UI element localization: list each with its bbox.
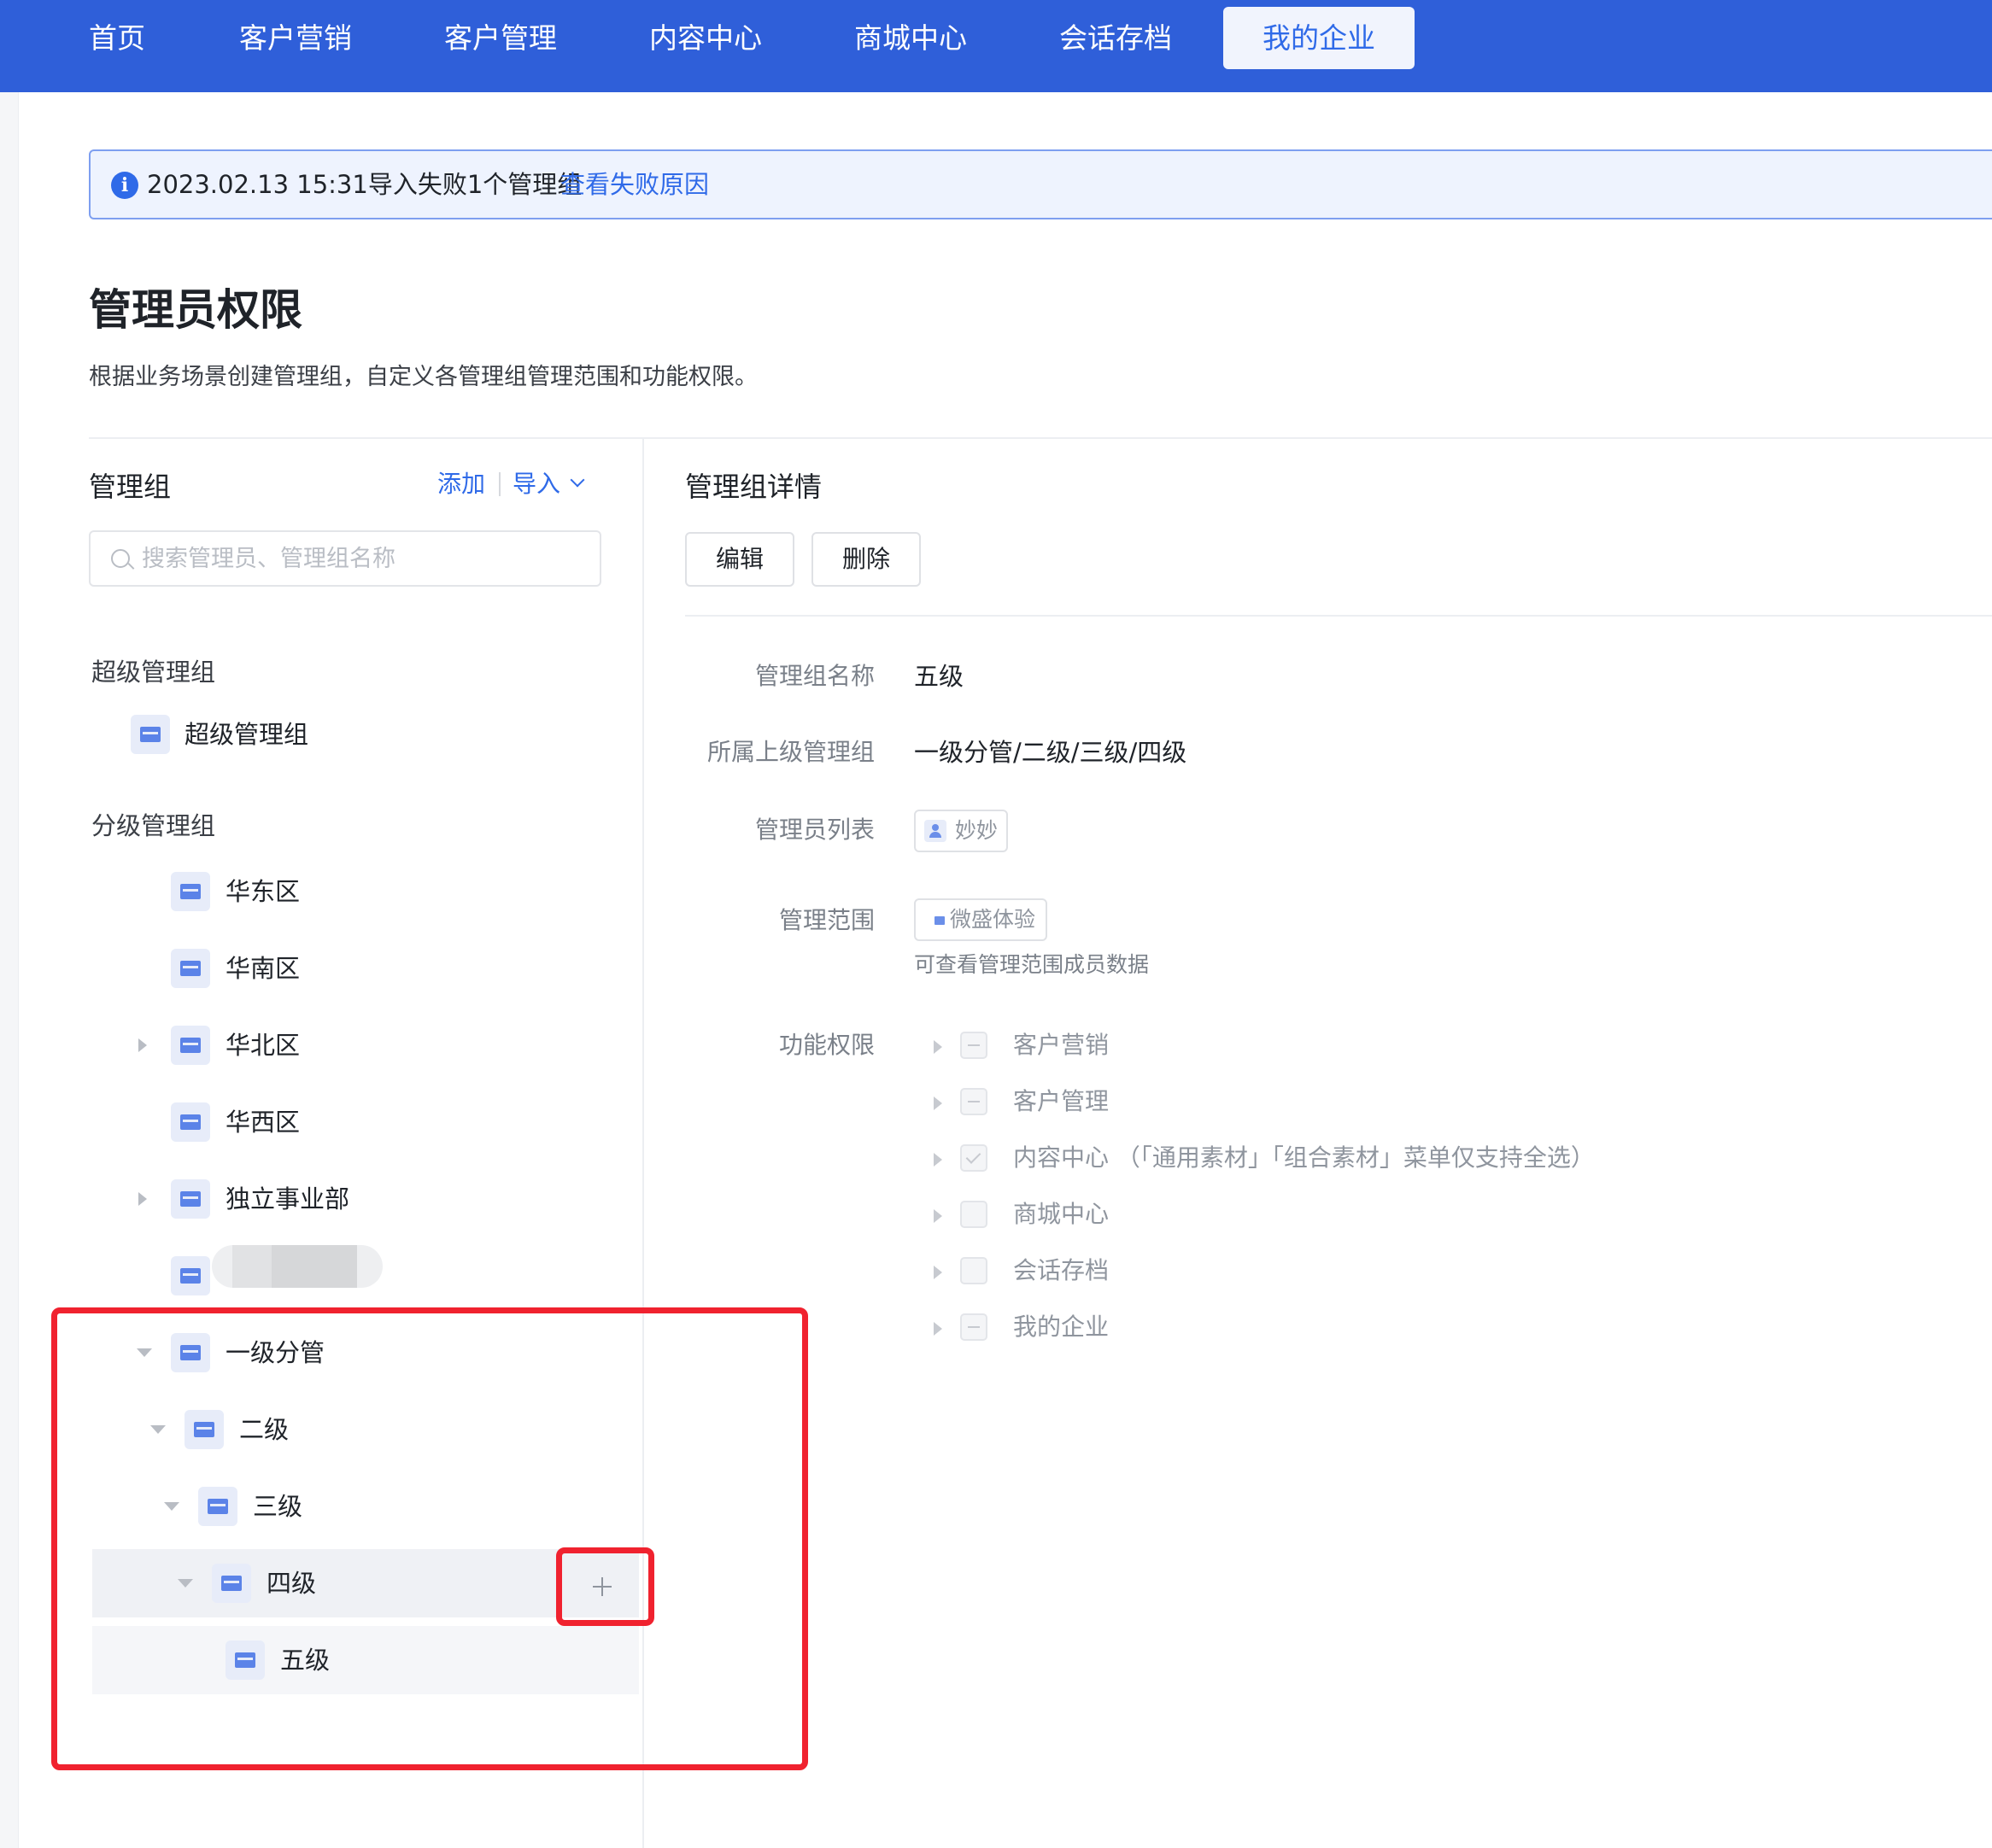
caret-right-icon[interactable] bbox=[934, 1209, 942, 1223]
permission-row[interactable]: 客户营销 bbox=[931, 1028, 1700, 1066]
detail-panel-title: 管理组详情 bbox=[685, 471, 823, 503]
notice-text: 2023.02.13 15:31导入失败1个管理组 bbox=[147, 170, 583, 199]
scope-hint: 可查看管理范围成员数据 bbox=[914, 952, 1150, 977]
permission-label: 客户管理 bbox=[1013, 1087, 1110, 1115]
detail-divider bbox=[685, 615, 1992, 617]
tree-node-north-china[interactable]: 华北区 bbox=[92, 1011, 639, 1079]
permission-label: 客户营销 bbox=[1013, 1031, 1110, 1059]
caret-right-icon[interactable] bbox=[934, 1097, 942, 1110]
tree-node-label: 独立事业部 bbox=[226, 1184, 350, 1213]
tree-node-super-group[interactable]: 超级管理组 bbox=[92, 700, 639, 769]
folder-icon bbox=[131, 715, 170, 754]
edit-button[interactable]: 编辑 bbox=[685, 532, 794, 587]
scope-chip: 微盛体验 bbox=[914, 898, 1047, 941]
user-icon bbox=[924, 820, 946, 842]
scope-chip-label: 微盛体验 bbox=[950, 907, 1036, 932]
group-search-box[interactable] bbox=[89, 530, 601, 587]
sub-group-section-label: 分级管理组 bbox=[91, 811, 216, 840]
group-name-label: 管理组名称 bbox=[754, 662, 875, 690]
permission-row[interactable]: 内容中心 （「通用素材」「组合素材」菜单仅支持全选） bbox=[931, 1141, 1700, 1178]
nav-item-session-archive[interactable]: 会话存档 bbox=[1059, 0, 1172, 77]
caret-right-icon[interactable] bbox=[138, 1192, 147, 1206]
permission-checkbox[interactable] bbox=[960, 1201, 987, 1228]
tree-node-label: 华南区 bbox=[226, 954, 301, 983]
permission-row[interactable]: 客户管理 bbox=[931, 1085, 1700, 1122]
parent-group-value: 一级分管/二级/三级/四级 bbox=[914, 738, 1187, 767]
search-input[interactable] bbox=[142, 539, 586, 578]
redacted-label bbox=[212, 1245, 383, 1288]
admin-chip-label: 妙妙 bbox=[955, 818, 999, 843]
permission-label: 会话存档 bbox=[1013, 1256, 1110, 1284]
top-navigation: 首页 客户营销 客户管理 内容中心 商城中心 会话存档 我的企业 bbox=[0, 0, 1992, 92]
tree-node-label: 华东区 bbox=[226, 877, 301, 906]
permission-row[interactable]: 我的企业 bbox=[931, 1310, 1700, 1348]
permission-checkbox[interactable] bbox=[960, 1313, 987, 1341]
tree-node-label: 超级管理组 bbox=[185, 720, 309, 749]
left-scroll-edge bbox=[0, 92, 19, 1848]
super-group-section-label: 超级管理组 bbox=[91, 658, 216, 687]
chevron-down-icon[interactable] bbox=[570, 472, 585, 488]
permission-label: 我的企业 bbox=[1013, 1313, 1110, 1341]
import-notice-banner: i 2023.02.13 15:31导入失败1个管理组 查看失败原因 bbox=[89, 149, 1992, 219]
parent-group-label: 所属上级管理组 bbox=[706, 738, 875, 766]
permission-checkbox[interactable] bbox=[960, 1144, 987, 1172]
permission-label: 商城中心 bbox=[1013, 1200, 1110, 1228]
caret-right-icon[interactable] bbox=[934, 1322, 942, 1336]
permission-checkbox[interactable] bbox=[960, 1257, 987, 1284]
permission-row[interactable]: 会话存档 bbox=[931, 1254, 1700, 1291]
scope-label: 管理范围 bbox=[778, 906, 875, 934]
caret-right-icon[interactable] bbox=[138, 1038, 147, 1052]
nav-item-customer-marketing[interactable]: 客户营销 bbox=[239, 0, 352, 77]
admin-chip: 妙妙 bbox=[914, 810, 1008, 852]
tree-node-independent-division[interactable]: 独立事业部 bbox=[92, 1165, 639, 1233]
link-separator bbox=[499, 472, 501, 496]
group-panel-title: 管理组 bbox=[89, 471, 172, 503]
folder-icon bbox=[171, 1026, 210, 1065]
nav-item-mall-center[interactable]: 商城中心 bbox=[854, 0, 967, 77]
tree-node-south-china[interactable]: 华南区 bbox=[92, 934, 639, 1003]
permission-checkbox[interactable] bbox=[960, 1088, 987, 1115]
tree-node-west-china[interactable]: 华西区 bbox=[92, 1088, 639, 1156]
add-group-link[interactable]: 添加 bbox=[437, 467, 485, 501]
permission-checkbox[interactable] bbox=[960, 1032, 987, 1059]
page-description: 根据业务场景创建管理组，自定义各管理组管理范围和功能权限。 bbox=[89, 364, 758, 390]
caret-right-icon[interactable] bbox=[934, 1153, 942, 1167]
folder-icon bbox=[171, 1102, 210, 1142]
permission-row[interactable]: 商城中心 bbox=[931, 1197, 1700, 1235]
view-failure-reason-link[interactable]: 查看失败原因 bbox=[560, 151, 709, 218]
delete-button[interactable]: 删除 bbox=[811, 532, 921, 587]
red-annotation-frame bbox=[51, 1307, 808, 1770]
folder-icon bbox=[171, 949, 210, 988]
tree-node-label: 华北区 bbox=[226, 1031, 301, 1060]
caret-right-icon[interactable] bbox=[934, 1266, 942, 1279]
section-divider bbox=[89, 437, 1992, 439]
nav-item-home[interactable]: 首页 bbox=[89, 0, 145, 77]
nav-item-my-enterprise[interactable]: 我的企业 bbox=[1223, 7, 1415, 69]
tree-node-label: 华西区 bbox=[226, 1108, 301, 1137]
red-annotation-plus-highlight bbox=[556, 1547, 654, 1626]
folder-icon bbox=[171, 1179, 210, 1219]
folder-icon bbox=[171, 872, 210, 911]
permissions-label: 功能权限 bbox=[778, 1031, 875, 1059]
import-group-link[interactable]: 导入 bbox=[513, 467, 560, 501]
info-icon: i bbox=[111, 172, 138, 199]
tree-node-east-china[interactable]: 华东区 bbox=[92, 857, 639, 926]
folder-icon bbox=[934, 916, 945, 925]
caret-right-icon[interactable] bbox=[934, 1040, 942, 1054]
group-name-value: 五级 bbox=[914, 662, 964, 691]
page-title: 管理员权限 bbox=[89, 285, 302, 335]
search-icon bbox=[111, 549, 130, 568]
folder-icon bbox=[171, 1256, 210, 1295]
nav-item-content-center[interactable]: 内容中心 bbox=[649, 0, 762, 77]
permission-label: 内容中心 （「通用素材」「组合素材」菜单仅支持全选） bbox=[1013, 1143, 1595, 1172]
nav-item-customer-management[interactable]: 客户管理 bbox=[444, 0, 557, 77]
admin-list-label: 管理员列表 bbox=[754, 816, 875, 844]
